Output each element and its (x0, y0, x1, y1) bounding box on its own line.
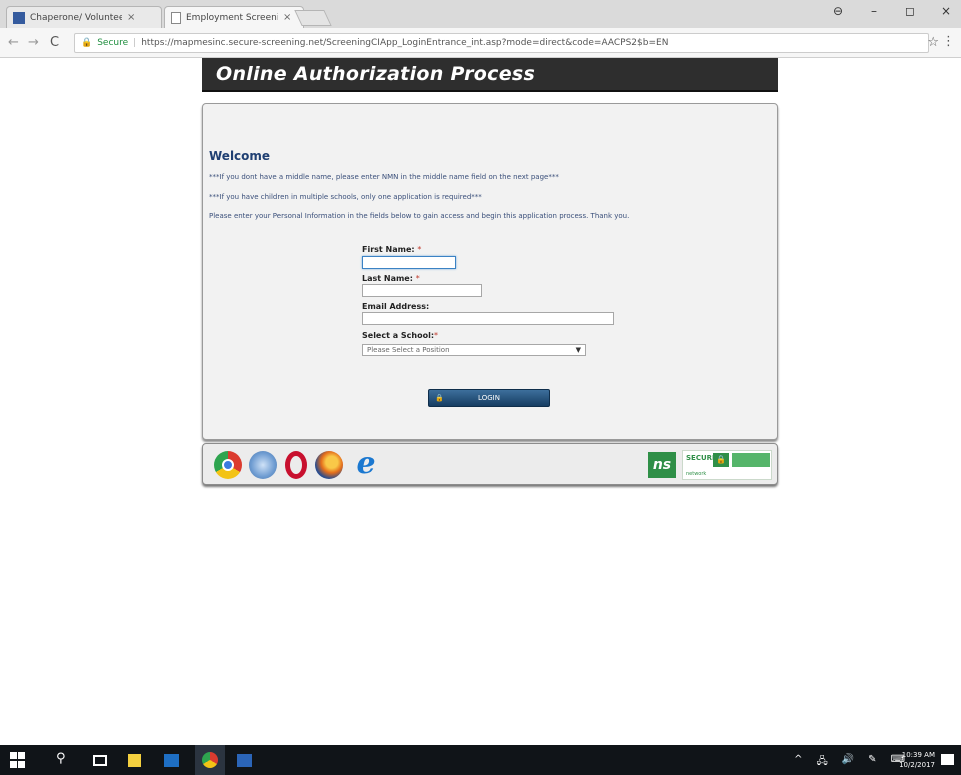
tab-favicon (13, 11, 25, 24)
word-icon[interactable] (237, 754, 252, 767)
secure-badge-subtext: network (686, 471, 707, 477)
clock-date: 10/2/2017 (899, 761, 935, 769)
login-button[interactable]: 🔒 LOGIN (428, 389, 550, 407)
multiple-schools-note: ***If you have children in multiple scho… (209, 193, 482, 201)
tab-title: Employment Screening | (186, 12, 278, 23)
lock-icon: 🔒 (81, 38, 93, 48)
bookmark-star-icon[interactable]: ☆ (927, 35, 939, 50)
required-mark: * (415, 274, 420, 283)
badge-banner (732, 453, 770, 467)
instructions-text: Please enter your Personal Information i… (209, 212, 630, 220)
secure-label: Secure (97, 38, 129, 48)
school-label: Select a School:* (362, 331, 439, 340)
school-select[interactable]: Please Select a Position ▼ (362, 344, 586, 356)
forward-button[interactable]: → (28, 35, 39, 50)
tab-close-icon[interactable]: × (127, 12, 135, 23)
chevron-down-icon: ▼ (575, 346, 581, 354)
tab-title: Chaperone/ Volunteer S... (30, 12, 122, 23)
show-hidden-icons-icon[interactable]: ^ (794, 754, 802, 771)
new-tab-button[interactable] (294, 10, 332, 26)
ns-logo: ns (648, 452, 676, 478)
internet-explorer-icon: e (356, 446, 376, 481)
browser-tab-strip: Chaperone/ Volunteer S... × Employment S… (0, 0, 961, 28)
task-view-icon[interactable] (93, 755, 107, 766)
browser-toolbar: ← → C 🔒 Secure | https://mapmesinc.secur… (0, 28, 961, 58)
login-form-panel: Welcome ***If you dont have a middle nam… (202, 103, 778, 440)
system-tray: ^ 🖧 🔊 ✎ ⌨ (794, 754, 905, 771)
taskbar-chrome-icon[interactable] (195, 745, 225, 775)
padlock-icon: 🔒 (713, 453, 729, 467)
window-controls: ⊖ – ◻ × (831, 4, 953, 18)
middle-name-note: ***If you dont have a middle name, pleas… (209, 173, 559, 181)
last-name-label: Last Name: * (362, 274, 420, 283)
profile-icon[interactable]: ⊖ (831, 4, 845, 18)
login-label: LOGIN (478, 394, 500, 402)
back-button[interactable]: ← (8, 35, 19, 50)
taskbar-clock[interactable]: 10:39 AM 10/2/2017 (899, 750, 935, 770)
network-icon[interactable]: 🖧 (817, 754, 828, 771)
lock-icon: 🔒 (435, 394, 444, 402)
required-mark: * (434, 331, 439, 340)
school-select-value: Please Select a Position (367, 346, 450, 354)
windows-taskbar: ⚲ ^ 🖧 🔊 ✎ ⌨ 10:39 AM 10/2/2017 (0, 745, 961, 775)
tab-chaperone-volunteer[interactable]: Chaperone/ Volunteer S... × (6, 6, 162, 28)
notifications-icon[interactable] (941, 754, 954, 765)
opera-icon (285, 451, 307, 479)
address-bar[interactable]: 🔒 Secure | https://mapmesinc.secure-scre… (74, 33, 929, 53)
url-separator: | (133, 38, 137, 48)
outlook-icon[interactable] (164, 754, 179, 767)
email-label: Email Address: (362, 302, 430, 311)
firefox-icon (315, 451, 343, 479)
welcome-heading: Welcome (209, 149, 271, 163)
maximize-button[interactable]: ◻ (903, 4, 917, 18)
page-banner: Online Authorization Process (202, 58, 778, 92)
required-mark: * (417, 245, 422, 254)
safari-icon (249, 451, 277, 479)
volume-icon[interactable]: 🔊 (842, 754, 854, 771)
close-window-button[interactable]: × (939, 4, 953, 18)
clock-time: 10:39 AM (901, 751, 935, 759)
browser-menu-icon[interactable]: ⋮ (942, 34, 955, 49)
first-name-label: First Name: * (362, 245, 422, 254)
pen-icon[interactable]: ✎ (868, 754, 876, 771)
tab-favicon (171, 11, 181, 24)
search-icon[interactable]: ⚲ (56, 751, 72, 767)
tab-close-icon[interactable]: × (283, 12, 291, 23)
secure-network-badge: SECURE 🔒 network (682, 450, 772, 480)
last-name-field[interactable] (362, 284, 482, 297)
sticky-notes-icon[interactable] (128, 754, 141, 767)
email-field[interactable] (362, 312, 614, 325)
first-name-field[interactable] (362, 256, 456, 269)
url-text: https://mapmesinc.secure-screening.net/S… (141, 38, 669, 48)
supported-browsers-bar: e ns SECURE 🔒 network (202, 443, 778, 485)
page-title: Online Authorization Process (216, 63, 536, 85)
windows-start-icon[interactable] (10, 752, 26, 768)
tab-employment-screening[interactable]: Employment Screening | × (164, 6, 304, 28)
minimize-button[interactable]: – (867, 4, 881, 18)
chrome-icon (214, 451, 242, 479)
reload-button[interactable]: C (50, 35, 59, 50)
